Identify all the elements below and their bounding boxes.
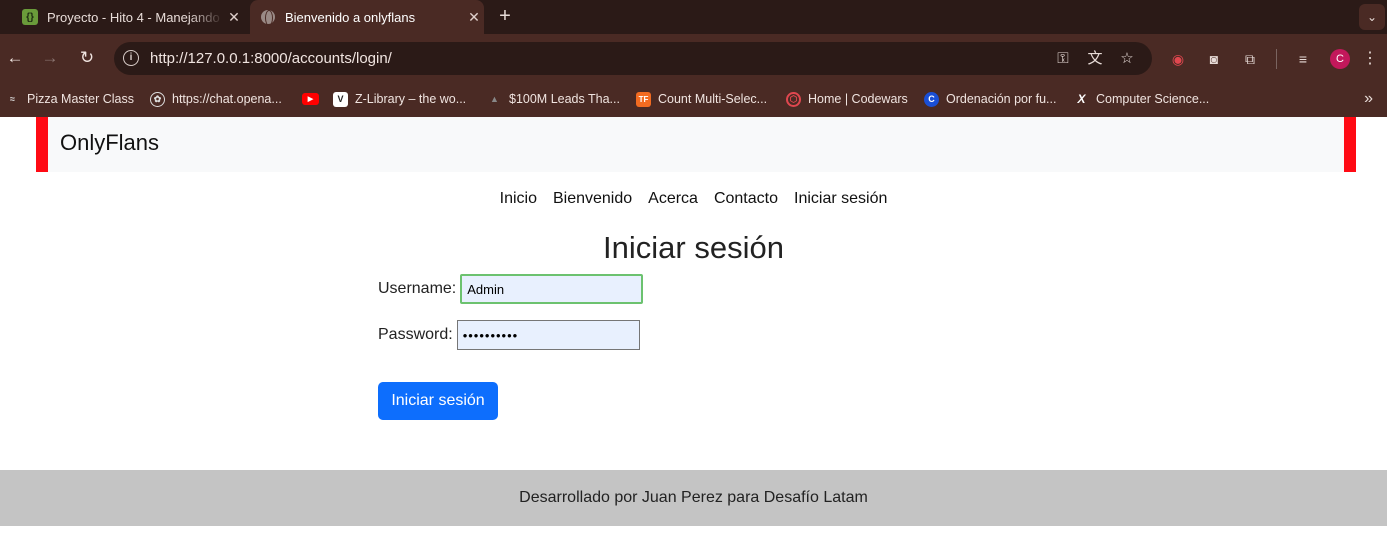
record-extension-icon[interactable]: ◉: [1168, 49, 1188, 69]
password-row: Password:: [378, 320, 640, 350]
page-content: OnlyFlans Inicio Bienvenido Acerca Conta…: [0, 117, 1387, 551]
x-icon: X: [1077, 92, 1086, 106]
bookmarks-bar: ≈ Pizza Master Class ✿ https://chat.open…: [0, 82, 1387, 117]
tab-title: Proyecto - Hito 4 - Manejando: [47, 9, 220, 25]
more-bookmarks-chevron-icon[interactable]: »: [1364, 90, 1373, 108]
bookmark-codewars[interactable]: ⬡ Home | Codewars: [786, 90, 908, 108]
close-icon[interactable]: ✕: [224, 9, 244, 26]
bookmark-pizza[interactable]: ≈ Pizza Master Class: [5, 90, 134, 108]
browser-toolbar: ← → ↻ i http://127.0.0.1:8000/accounts/l…: [0, 34, 1387, 82]
c-icon: C: [924, 91, 939, 107]
close-icon[interactable]: ✕: [464, 9, 484, 26]
page-title: Iniciar sesión: [603, 230, 784, 265]
password-label: Password:: [378, 326, 453, 343]
login-submit-button[interactable]: Iniciar sesión: [378, 382, 498, 420]
tab-title: Bienvenido a onlyflans: [285, 9, 416, 25]
bookmark-chatgpt[interactable]: ✿ https://chat.opena...: [150, 90, 282, 108]
site-nav: Inicio Bienvenido Acerca Contacto Inicia…: [0, 190, 1387, 208]
nav-link-bienvenido[interactable]: Bienvenido: [553, 190, 632, 208]
globe-icon: [260, 9, 276, 26]
bookmark-star-icon[interactable]: ☆: [1118, 50, 1136, 68]
openai-icon: ✿: [150, 91, 165, 107]
username-label: Username:: [378, 280, 457, 297]
bookmark-computer-science[interactable]: X Computer Science...: [1074, 90, 1209, 108]
browser-tab-proyecto[interactable]: {} Proyecto - Hito 4 - Manejando ✕: [12, 0, 244, 34]
nav-link-inicio[interactable]: Inicio: [500, 190, 537, 208]
forward-arrow-icon[interactable]: →: [38, 46, 62, 70]
bookmark-zlibrary[interactable]: V Z-Library – the wo...: [333, 90, 466, 108]
tf-icon: TF: [636, 91, 651, 107]
new-tab-plus-icon[interactable]: +: [494, 5, 516, 27]
url-text[interactable]: http://127.0.0.1:8000/accounts/login/: [150, 50, 392, 67]
pizza-icon: ≈: [10, 94, 15, 104]
username-row: Username:: [378, 274, 644, 304]
address-bar[interactable]: i http://127.0.0.1:8000/accounts/login/ …: [114, 42, 1152, 75]
bookmark-leads[interactable]: ▲ $100M Leads Tha...: [487, 90, 620, 108]
browser-tab-onlyflans[interactable]: Bienvenido a onlyflans ✕: [250, 0, 484, 34]
password-input[interactable]: [456, 320, 640, 350]
bookmark-youtube[interactable]: ▶: [302, 90, 326, 108]
codewars-icon: ⬡: [786, 91, 801, 107]
bookmark-ordenacion[interactable]: C Ordenación por fu...: [924, 90, 1056, 108]
profile-avatar[interactable]: C: [1330, 49, 1350, 69]
zlibrary-icon: V: [333, 91, 348, 107]
site-header: OnlyFlans: [36, 117, 1356, 172]
youtube-icon: ▶: [302, 93, 319, 105]
reload-icon[interactable]: ↻: [75, 46, 99, 70]
bookmark-tf[interactable]: TF Count Multi-Selec...: [636, 90, 767, 108]
more-menu-icon[interactable]: ⋮: [1362, 47, 1378, 71]
nav-link-contacto[interactable]: Contacto: [714, 190, 778, 208]
puzzle-extensions-icon[interactable]: ⧉: [1240, 49, 1260, 69]
site-brand[interactable]: OnlyFlans: [60, 130, 159, 156]
key-icon[interactable]: ⚿: [1054, 50, 1072, 68]
username-input[interactable]: [460, 274, 644, 304]
curly-braces-icon: {}: [22, 9, 38, 25]
camera-extension-icon[interactable]: ◙: [1204, 49, 1224, 69]
tab-search-chevron-icon[interactable]: ⌄: [1359, 4, 1385, 30]
tab-strip: {} Proyecto - Hito 4 - Manejando ✕ Bienv…: [0, 0, 1387, 34]
translate-icon[interactable]: 文: [1086, 50, 1104, 68]
nav-link-iniciar-sesion[interactable]: Iniciar sesión: [794, 190, 887, 208]
toolbar-divider: [1276, 49, 1277, 69]
site-info-icon[interactable]: i: [123, 50, 139, 66]
back-arrow-icon[interactable]: ←: [3, 46, 27, 70]
nav-link-acerca[interactable]: Acerca: [648, 190, 698, 208]
media-queue-icon[interactable]: ≡: [1293, 49, 1313, 69]
site-footer: Desarrollado por Juan Perez para Desafío…: [0, 470, 1387, 526]
leads-icon: ▲: [490, 94, 499, 104]
